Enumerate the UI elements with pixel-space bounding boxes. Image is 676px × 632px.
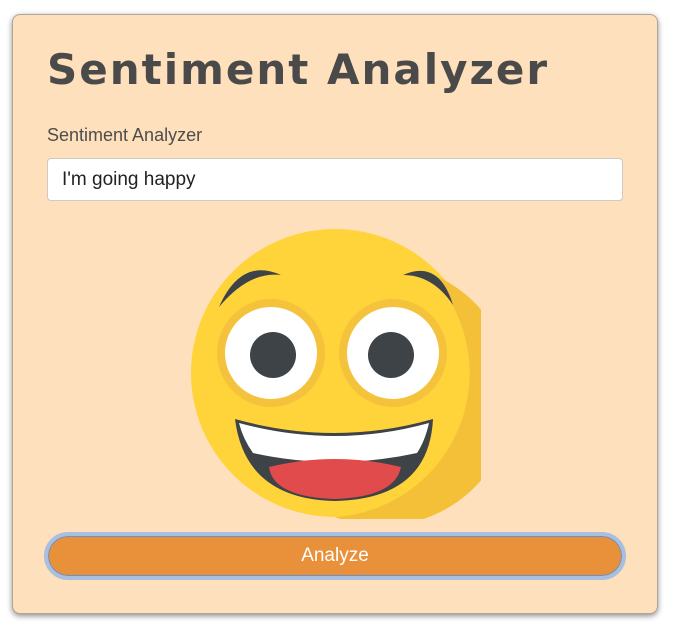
laughing-face-icon: [191, 229, 481, 519]
right-pupil: [368, 332, 414, 378]
left-pupil: [250, 332, 296, 378]
page-title: Sentiment Analyzer: [47, 45, 550, 94]
sentiment-text-input[interactable]: [47, 158, 623, 201]
analyzer-card: Sentiment Analyzer Sentiment Analyzer An…: [12, 14, 658, 614]
analyze-button[interactable]: Analyze: [44, 532, 626, 580]
input-label: Sentiment Analyzer: [47, 125, 203, 145]
